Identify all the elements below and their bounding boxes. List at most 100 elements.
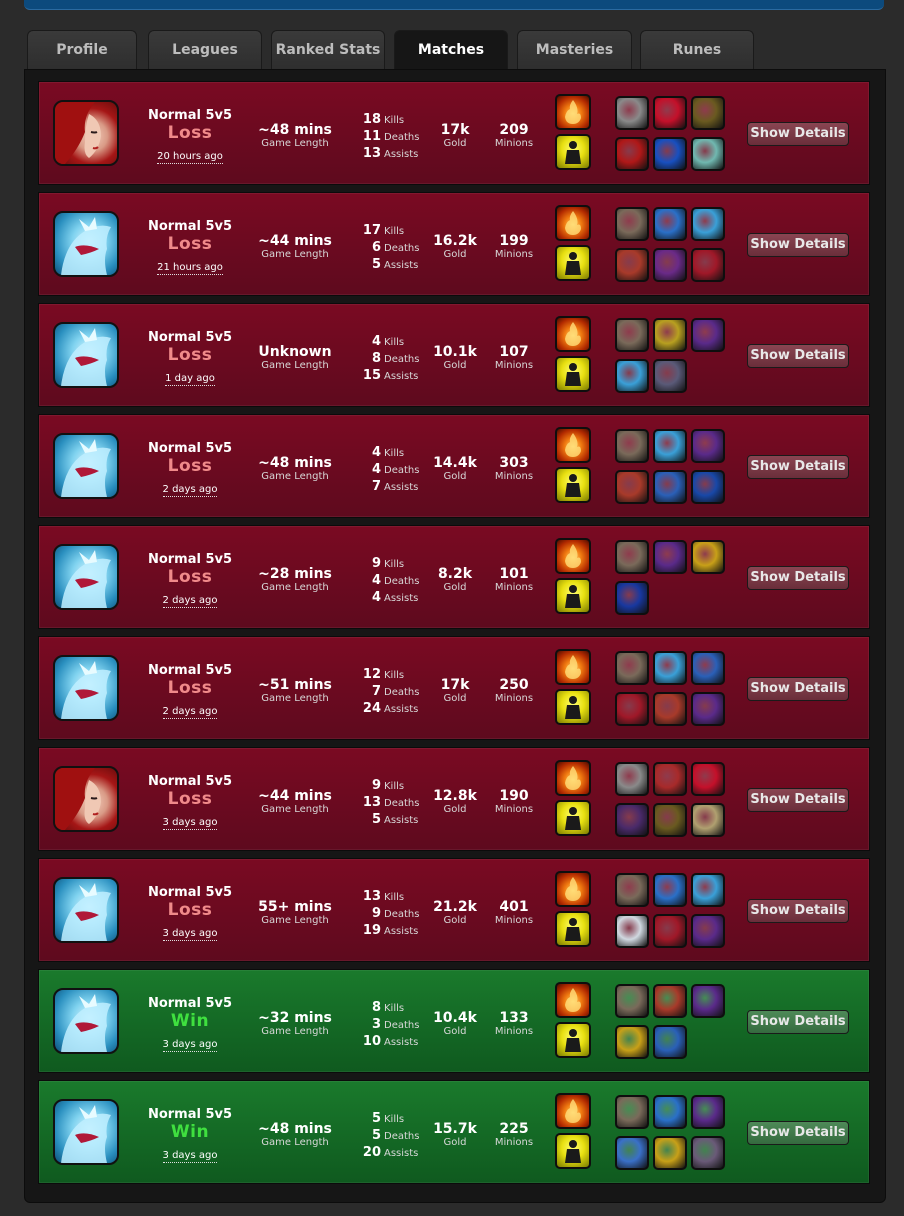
show-details-button[interactable]: Show Details [747,122,849,146]
item-icon[interactable] [691,692,725,726]
champion-portrait-icon[interactable] [53,544,119,610]
item-icon[interactable] [653,873,687,907]
item-icon[interactable] [691,429,725,463]
show-details-button[interactable]: Show Details [747,344,849,368]
item-icon[interactable] [615,803,649,837]
ignite-icon[interactable] [555,94,591,130]
item-icon[interactable] [615,984,649,1018]
item-icon[interactable] [615,914,649,948]
ignite-icon[interactable] [555,538,591,574]
show-details-button[interactable]: Show Details [747,566,849,590]
show-details-button[interactable]: Show Details [747,899,849,923]
item-icon[interactable] [691,207,725,241]
item-icon[interactable] [615,873,649,907]
show-details-button[interactable]: Show Details [747,1010,849,1034]
ignite-icon[interactable] [555,760,591,796]
ignite-icon[interactable] [555,649,591,685]
ghost-icon[interactable] [555,467,591,503]
show-details-button[interactable]: Show Details [747,455,849,479]
item-icon[interactable] [615,96,649,130]
item-icon[interactable] [653,651,687,685]
item-icon[interactable] [691,540,725,574]
ignite-icon[interactable] [555,205,591,241]
item-icon[interactable] [615,651,649,685]
ghost-icon[interactable] [555,911,591,947]
ignite-icon[interactable] [555,871,591,907]
item-icon[interactable] [615,762,649,796]
item-icon[interactable] [653,96,687,130]
item-icon[interactable] [653,914,687,948]
champion-portrait-icon[interactable] [53,100,119,166]
ignite-icon[interactable] [555,427,591,463]
tab-runes[interactable]: Runes [640,30,754,70]
item-icon[interactable] [653,803,687,837]
item-icon[interactable] [615,137,649,171]
item-icon[interactable] [691,470,725,504]
ghost-icon[interactable] [555,689,591,725]
ignite-icon[interactable] [555,316,591,352]
champion-portrait-icon[interactable] [53,766,119,832]
item-icon[interactable] [615,248,649,282]
item-icon[interactable] [691,803,725,837]
match-time-ago[interactable]: 20 hours ago [157,150,223,164]
match-time-ago[interactable]: 3 days ago [162,816,218,830]
item-icon[interactable] [615,540,649,574]
ghost-icon[interactable] [555,578,591,614]
item-icon[interactable] [615,470,649,504]
show-details-button[interactable]: Show Details [747,1121,849,1145]
item-icon[interactable] [691,651,725,685]
show-details-button[interactable]: Show Details [747,788,849,812]
item-icon[interactable] [691,1095,725,1129]
champion-portrait-icon[interactable] [53,322,119,388]
item-icon[interactable] [691,96,725,130]
tab-ranked-stats[interactable]: Ranked Stats [271,30,385,70]
ghost-icon[interactable] [555,1022,591,1058]
tab-masteries[interactable]: Masteries [517,30,632,70]
item-icon[interactable] [691,984,725,1018]
champion-portrait-icon[interactable] [53,877,119,943]
item-icon[interactable] [691,914,725,948]
ignite-icon[interactable] [555,1093,591,1129]
item-icon[interactable] [653,984,687,1018]
item-icon[interactable] [615,1136,649,1170]
show-details-button[interactable]: Show Details [747,233,849,257]
item-icon[interactable] [653,318,687,352]
item-icon[interactable] [615,1025,649,1059]
item-icon[interactable] [615,1095,649,1129]
ghost-icon[interactable] [555,1133,591,1169]
champion-portrait-icon[interactable] [53,433,119,499]
champion-portrait-icon[interactable] [53,988,119,1054]
ghost-icon[interactable] [555,356,591,392]
item-icon[interactable] [615,581,649,615]
item-icon[interactable] [691,1136,725,1170]
match-time-ago[interactable]: 1 day ago [165,372,215,386]
tab-profile[interactable]: Profile [27,30,137,70]
item-icon[interactable] [615,359,649,393]
ghost-icon[interactable] [555,245,591,281]
match-time-ago[interactable]: 3 days ago [162,1038,218,1052]
item-icon[interactable] [653,470,687,504]
item-icon[interactable] [653,137,687,171]
ghost-icon[interactable] [555,800,591,836]
item-icon[interactable] [691,873,725,907]
item-icon[interactable] [615,207,649,241]
champion-portrait-icon[interactable] [53,1099,119,1165]
match-time-ago[interactable]: 3 days ago [162,927,218,941]
item-icon[interactable] [691,248,725,282]
champion-portrait-icon[interactable] [53,655,119,721]
item-icon[interactable] [615,318,649,352]
item-icon[interactable] [691,318,725,352]
item-icon[interactable] [615,692,649,726]
item-icon[interactable] [653,1136,687,1170]
item-icon[interactable] [653,762,687,796]
ghost-icon[interactable] [555,134,591,170]
item-icon[interactable] [653,359,687,393]
item-icon[interactable] [653,540,687,574]
match-time-ago[interactable]: 2 days ago [162,483,218,497]
match-time-ago[interactable]: 2 days ago [162,594,218,608]
show-details-button[interactable]: Show Details [747,677,849,701]
match-time-ago[interactable]: 3 days ago [162,1149,218,1163]
item-icon[interactable] [653,1025,687,1059]
tab-matches[interactable]: Matches [394,30,508,71]
ignite-icon[interactable] [555,982,591,1018]
